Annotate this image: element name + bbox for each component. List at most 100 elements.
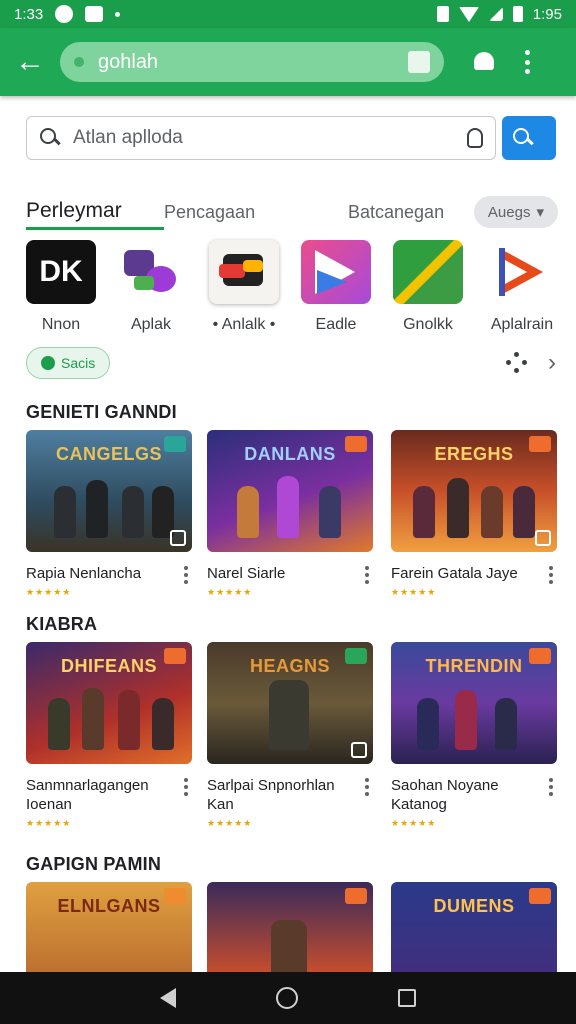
- puzzle-app-icon: [116, 240, 186, 304]
- more-vert-icon[interactable]: [365, 778, 369, 796]
- system-nav-bar: [0, 972, 576, 1024]
- app-item[interactable]: Aplak: [109, 240, 193, 334]
- apps-row: DK Nnon Aplak • Anlalk • Eadle Gnolkk Ap…: [26, 240, 557, 336]
- battery-icon: [512, 6, 523, 22]
- filter-chip-green[interactable]: Sacis: [26, 347, 111, 379]
- expand-icon: [535, 530, 551, 546]
- search-button[interactable]: [502, 116, 556, 160]
- game-name-row: Farein Gatala Jaye: [391, 564, 557, 584]
- game-name-row: Sanmnarlagangen Ioenan: [26, 776, 192, 814]
- rating-stars: ★★★★★: [207, 587, 253, 597]
- dot-icon: [115, 11, 121, 17]
- section-title: GAPIGN PAMIN: [26, 854, 162, 874]
- back-arrow-icon[interactable]: ←: [0, 28, 60, 96]
- chevron-right-icon[interactable]: ›: [548, 349, 556, 377]
- app-label: • Anlalk •: [212, 316, 276, 333]
- badge-icon: [529, 436, 551, 452]
- tab-perleymar[interactable]: Perleymar: [26, 194, 164, 230]
- app-label: Gnolkk: [403, 316, 453, 333]
- prism-app-icon: [487, 240, 557, 304]
- gallery-icon: [85, 6, 104, 22]
- nav-home-icon[interactable]: [276, 987, 298, 1009]
- badge-icon: [164, 888, 186, 904]
- more-vert-icon[interactable]: [184, 778, 188, 796]
- more-vert-icon[interactable]: [549, 778, 553, 796]
- app-item[interactable]: DK Nnon: [19, 240, 103, 334]
- game-thumbnail: DHIFEANS: [26, 642, 192, 764]
- category-tabs: Perleymar Pencagaan Batcanegan Auegs ▾: [26, 192, 558, 232]
- leaf-app-icon: [393, 240, 463, 304]
- expand-icon: [170, 530, 186, 546]
- game-name-row: Sarlpai Snpnorhlan Kan: [207, 776, 373, 814]
- section-title: KIABRA: [26, 614, 98, 634]
- badge-icon: [164, 436, 186, 452]
- more-vert-icon[interactable]: [184, 566, 188, 584]
- rating-stars: ★★★★★: [207, 818, 253, 828]
- game-name: Sanmnarlagangen Ioenan: [26, 777, 149, 813]
- tab-batcanegan[interactable]: Batcanegan: [348, 194, 466, 230]
- game-card[interactable]: THRENDIN Saohan Noyane Katanog ★★★★★: [391, 642, 557, 829]
- bookmark-icon[interactable]: [408, 51, 430, 73]
- game-name: Saohan Noyane Katanog: [391, 777, 499, 813]
- game-card[interactable]: CANGELGS Rapia Nenlancha ★★★★★: [26, 430, 192, 598]
- rating-stars: ★★★★★: [391, 818, 437, 828]
- search-input[interactable]: Atlan aplloda: [26, 116, 496, 160]
- app-bar-search[interactable]: gohlah: [60, 42, 444, 82]
- app-item[interactable]: Eadle: [294, 240, 378, 334]
- game-name: Narel Siarle: [207, 565, 286, 582]
- battery-text: 1:95: [532, 5, 562, 23]
- game-card[interactable]: DHIFEANS Sanmnarlagangen Ioenan ★★★★★: [26, 642, 192, 829]
- wifi-icon: [458, 6, 479, 22]
- vibrate-icon: [436, 6, 449, 22]
- bell-icon[interactable]: [470, 48, 498, 76]
- tab-pencagaan[interactable]: Pencagaan: [164, 194, 348, 230]
- search-dot-icon: [74, 57, 84, 67]
- badge-icon: [345, 888, 367, 904]
- expand-icon: [351, 742, 367, 758]
- filter-dropdown[interactable]: Auegs ▾: [473, 196, 558, 228]
- rating-stars: ★★★★★: [391, 587, 437, 597]
- badge-icon: [529, 648, 551, 664]
- search-placeholder: Atlan aplloda: [73, 127, 183, 148]
- more-vert-icon[interactable]: [365, 566, 369, 584]
- app-bar-search-text: gohlah: [98, 50, 159, 73]
- badge-icon: [345, 648, 367, 664]
- app-item[interactable]: • Anlalk •: [202, 240, 286, 334]
- app-item[interactable]: Gnolkk: [386, 240, 470, 334]
- notification-icon: [55, 5, 74, 23]
- nav-recents-icon[interactable]: [398, 989, 416, 1007]
- grid-dots-icon[interactable]: [506, 352, 528, 374]
- nav-back-icon[interactable]: [160, 988, 176, 1008]
- game-name: Sarlpai Snpnorhlan Kan: [207, 777, 335, 813]
- dropdown-arrow-icon: ▾: [536, 204, 544, 221]
- game-thumbnail: CANGELGS: [26, 430, 192, 552]
- rating-stars: ★★★★★: [26, 587, 72, 597]
- game-thumbnail: THRENDIN: [391, 642, 557, 764]
- app-label: Aplak: [130, 316, 172, 333]
- section-title: GENIETI GANNDI: [26, 402, 177, 422]
- search-row: Atlan aplloda: [26, 116, 556, 160]
- game-thumbnail: EREGHS: [391, 430, 557, 552]
- app-item[interactable]: Aplalrain: [480, 240, 564, 334]
- app-label: Eadle: [315, 316, 357, 333]
- game-name-row: Rapia Nenlancha: [26, 564, 192, 584]
- chip-row: Sacis ›: [26, 346, 556, 380]
- chat-app-icon: [209, 240, 279, 304]
- badge-icon: [164, 648, 186, 664]
- more-vert-icon[interactable]: [524, 50, 530, 74]
- badge-icon: [529, 888, 551, 904]
- badge-icon: [345, 436, 367, 452]
- play-app-icon: [301, 240, 371, 304]
- game-card[interactable]: HEAGNS Sarlpai Snpnorhlan Kan ★★★★★: [207, 642, 373, 829]
- more-vert-icon[interactable]: [549, 566, 553, 584]
- game-card[interactable]: DANLANS Narel Siarle ★★★★★: [207, 430, 373, 598]
- app-label: Nnon: [41, 316, 81, 333]
- game-card[interactable]: EREGHS Farein Gatala Jaye ★★★★★: [391, 430, 557, 598]
- dk-app-icon: DK: [26, 240, 96, 304]
- chip-label: Sacis: [61, 355, 96, 371]
- search-icon: [39, 127, 61, 149]
- mic-icon[interactable]: [467, 128, 483, 148]
- filter-label: Auegs: [487, 203, 531, 221]
- game-name: Farein Gatala Jaye: [391, 565, 518, 582]
- status-bar: 1:33 1:95: [0, 0, 576, 28]
